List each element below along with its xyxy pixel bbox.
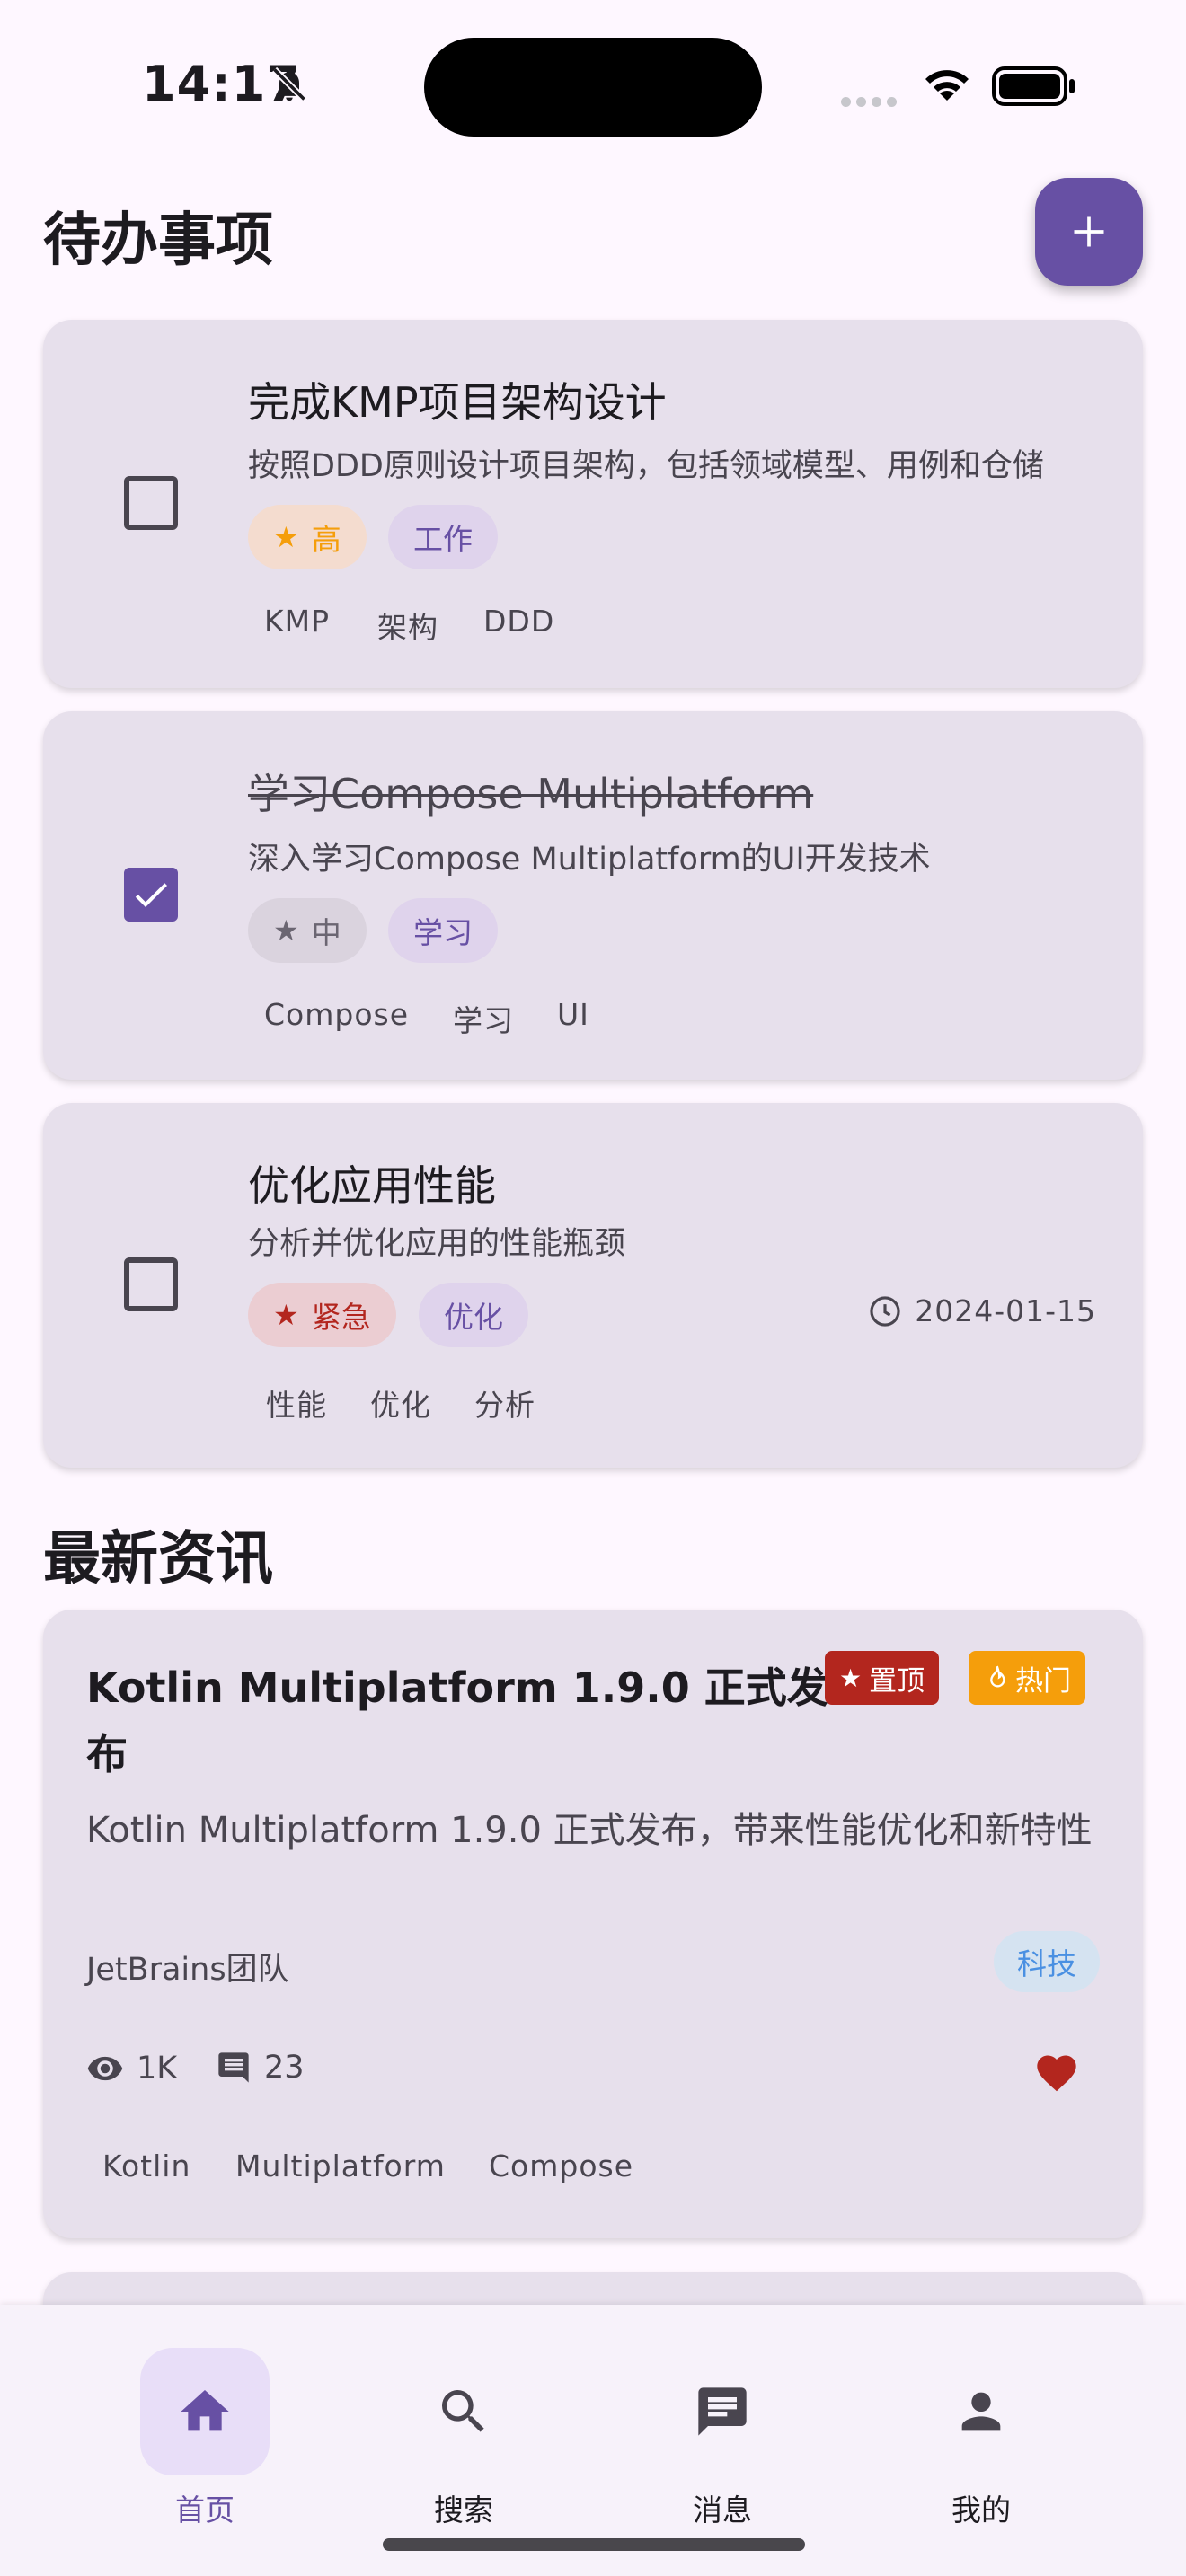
signal-icon [841,93,902,110]
star-icon: ★ [273,520,299,554]
category-chip: 学习 [388,898,498,963]
priority-chip: ★ 紧急 [248,1283,396,1347]
due-date-label: 2024-01-15 [915,1293,1096,1328]
pinned-badge: ★ 置顶 [825,1651,940,1705]
todo-description: 深入学习Compose Multiplatform的UI开发技术 [248,842,931,878]
nav-icon-container [916,2348,1046,2475]
nav-icon-container [140,2348,270,2475]
priority-label: 高 [311,522,341,557]
nav-item-home[interactable]: 首页 [115,2348,295,2529]
news-section-title: 最新资讯 [43,1526,273,1592]
todo-card[interactable]: 学习Compose Multiplatform 深入学习Compose Mult… [43,711,1143,1080]
nav-icon-container [658,2348,787,2475]
nav-item-profile[interactable]: 我的 [891,2348,1071,2529]
news-tag: Multiplatform [235,2148,446,2183]
todo-card[interactable]: 完成KMP项目架构设计 按照DDD原则设计项目架构，包括领域模型、用例和仓储 ★… [43,320,1143,688]
plus-icon [1074,216,1104,247]
todo-tag: UI [557,997,589,1032]
category-chip: 工作 [388,505,498,569]
news-category-chip: 科技 [994,1931,1100,1992]
todo-title: 完成KMP项目架构设计 [248,378,667,427]
todo-tag: 架构 [377,610,438,645]
home-indicator[interactable] [383,2538,805,2551]
category-label: 学习 [413,915,473,950]
todo-title: 优化应用性能 [248,1161,496,1210]
battery-icon [992,66,1075,106]
category-label: 优化 [444,1300,503,1335]
dynamic-island [424,38,762,137]
news-tag: Kotlin [102,2148,191,2183]
priority-chip: ★ 中 [248,898,367,963]
news-title: Kotlin Multiplatform 1.9.0 正式发布 [86,1663,828,1778]
bell-muted-icon [271,66,307,102]
views-count: 1K [137,2051,178,2086]
todo-description: 分析并优化应用的性能瓶颈 [248,1226,626,1262]
news-author: JetBrains团队 [86,1952,289,1988]
todo-tag: DDD [483,604,555,639]
message-icon [698,2387,747,2436]
todo-tag: 优化 [370,1388,431,1423]
comment-icon [218,2052,249,2083]
star-icon: ★ [273,1298,299,1332]
wifi-icon [925,70,969,101]
hot-badge: 热门 [969,1651,1085,1705]
bottom-navigation: 首页 搜索 消息 我的 [0,2305,1186,2576]
comments-stat: 23 [216,2050,305,2086]
category-label: 工作 [413,522,473,557]
todo-tag: 学习 [453,1003,514,1038]
priority-label: 中 [311,915,341,950]
priority-label: 紧急 [311,1300,371,1335]
eye-icon [87,2056,123,2081]
star-icon: ★ [273,913,299,948]
clock-icon [870,1295,900,1327]
add-todo-button[interactable] [1035,178,1143,286]
person-icon [961,2392,1001,2431]
todo-checkbox-checked[interactable] [124,868,178,922]
todo-description: 按照DDD原则设计项目架构，包括领域模型、用例和仓储 [248,448,1044,484]
due-date: 2024-01-15 [868,1293,1096,1328]
heart-icon[interactable] [1033,2050,1080,2096]
comments-count: 23 [264,2050,305,2086]
nav-label: 我的 [951,2492,1011,2527]
fire-icon [990,1665,1005,1688]
todo-tag: Compose [264,997,410,1032]
todo-section-title: 待办事项 [43,207,273,274]
todo-tag: 分析 [474,1388,535,1423]
hot-badge-label: 热门 [1015,1664,1071,1698]
nav-label: 首页 [175,2492,235,2527]
nav-item-search[interactable]: 搜索 [374,2348,553,2529]
search-icon [442,2390,484,2432]
todo-tag: 性能 [266,1388,327,1423]
pinned-badge-label: 置顶 [869,1664,925,1698]
check-icon [135,883,167,907]
category-chip: 优化 [419,1283,528,1347]
todo-checkbox[interactable] [124,1257,178,1311]
news-summary: Kotlin Multiplatform 1.9.0 正式发布，带来性能优化和新… [86,1810,1093,1851]
todo-tag: KMP [264,604,331,639]
app-screen: 14:17 待办事项 完成KMP项目架构设计 按照DDD原则设计项目架构，包括领… [0,0,1186,2576]
nav-item-messages[interactable]: 消息 [633,2348,812,2529]
nav-label: 消息 [693,2492,752,2527]
todo-checkbox[interactable] [124,476,178,530]
todo-title: 学习Compose Multiplatform [248,770,814,818]
nav-icon-container [399,2348,528,2475]
star-icon: ★ [839,1663,863,1693]
news-tag: Compose [489,2148,634,2183]
news-card[interactable]: Kotlin Multiplatform 1.9.0 正式发布 ★ 置顶 热门 … [43,1610,1143,2238]
home-icon [181,2390,229,2431]
todo-card[interactable]: 优化应用性能 分析并优化应用的性能瓶颈 ★ 紧急 优化 2024-01-15 性… [43,1103,1143,1468]
nav-label: 搜索 [434,2492,493,2527]
priority-chip: ★ 高 [248,505,367,569]
views-stat: 1K [86,2050,177,2087]
